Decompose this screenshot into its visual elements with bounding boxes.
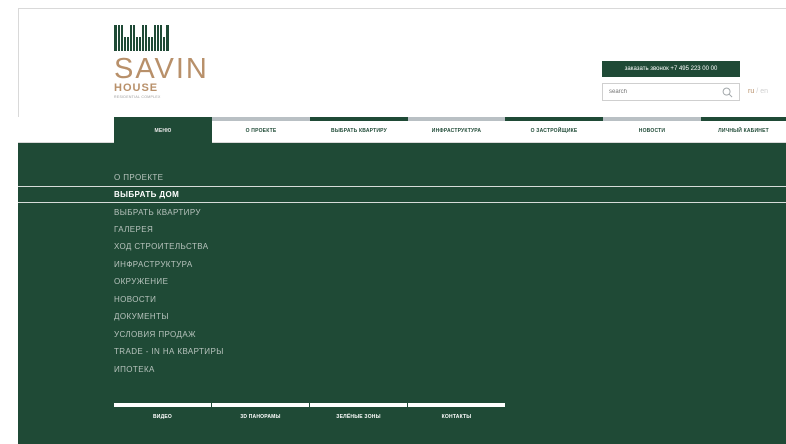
menu-item-choose-apartment[interactable]: ВЫБРАТЬ КВАРТИРУ: [114, 207, 201, 219]
logo[interactable]: SAVIN HOUSE RESIDENTIAL COMPLEX: [114, 25, 214, 100]
tab-label: ЗЕЛЁНЫЕ ЗОНЫ: [336, 414, 381, 420]
logo-mark-icon: [114, 25, 170, 51]
tab-top-bar: [408, 117, 505, 121]
menu-item-trade-in[interactable]: TRADE - IN НА КВАРТИРЫ: [114, 346, 224, 358]
tab-label: ВИДЕО: [153, 414, 172, 420]
page-frame-top: [18, 8, 786, 9]
tab-label: КОНТАКТЫ: [441, 414, 472, 420]
tab-top-bar: [310, 403, 407, 407]
tab-top-bar: [212, 403, 309, 407]
tab-label: ИНФРАСТРУКТУРА: [431, 128, 482, 134]
tab-label: О ПРОЕКТЕ: [245, 128, 277, 134]
tab-about-project[interactable]: О ПРОЕКТЕ: [212, 117, 310, 143]
tab-label: ВЫБРАТЬ КВАРТИРУ: [331, 128, 387, 134]
brand-name: SAVIN: [114, 53, 209, 85]
menu-item-infrastructure[interactable]: ИНФРАСТРУКТУРА: [114, 259, 193, 271]
tab-label: НОВОСТИ: [638, 128, 666, 134]
tab-top-bar: [505, 117, 603, 121]
tab-label: МЕНЮ: [154, 128, 172, 134]
lang-separator: /: [756, 88, 759, 95]
tab-label: О ЗАСТРОЙЩИКЕ: [530, 128, 578, 134]
tab-green-zones[interactable]: ЗЕЛЁНЫЕ ЗОНЫ: [310, 403, 407, 425]
menu-item-documents[interactable]: ДОКУМЕНТЫ: [114, 311, 169, 323]
menu-item-sale-terms[interactable]: УСЛОВИЯ ПРОДАЖ: [114, 329, 196, 341]
tab-menu[interactable]: МЕНЮ: [114, 117, 212, 143]
tab-contacts[interactable]: КОНТАКТЫ: [408, 403, 505, 425]
menu-item-gallery[interactable]: ГАЛЕРЕЯ: [114, 224, 153, 236]
menu-item-surroundings[interactable]: ОКРУЖЕНИЕ: [114, 276, 168, 288]
tab-top-bar: [603, 117, 701, 121]
tab-top-bar: [310, 117, 408, 121]
tab-3d-panoramas[interactable]: 3D ПАНОРАМЫ: [212, 403, 309, 425]
call-request-button[interactable]: заказать звонок +7 495 223 00 00: [602, 61, 740, 77]
search-box[interactable]: [602, 83, 740, 101]
tab-personal-account[interactable]: ЛИЧНЫЙ КАБИНЕТ: [701, 117, 786, 143]
menu-item-news[interactable]: НОВОСТИ: [114, 294, 156, 306]
tab-video[interactable]: ВИДЕО: [114, 403, 211, 425]
search-input[interactable]: [609, 87, 709, 97]
brand-tagline: RESIDENTIAL COMPLEX: [114, 95, 161, 99]
tab-top-bar: [701, 117, 786, 121]
lang-ru-link[interactable]: ru: [748, 88, 754, 95]
lang-en-link[interactable]: en: [760, 88, 768, 95]
language-switch: ru / en: [748, 88, 768, 95]
tab-label: ЛИЧНЫЙ КАБИНЕТ: [718, 128, 769, 134]
search-icon[interactable]: [722, 87, 733, 98]
tab-label: 3D ПАНОРАМЫ: [240, 414, 281, 420]
tab-developer[interactable]: О ЗАСТРОЙЩИКЕ: [505, 117, 603, 143]
tab-infrastructure[interactable]: ИНФРАСТРУКТУРА: [408, 117, 505, 143]
tab-choose-apartment[interactable]: ВЫБРАТЬ КВАРТИРУ: [310, 117, 408, 143]
menu-item-mortgage[interactable]: ИПОТЕКА: [114, 364, 155, 376]
tab-top-bar: [114, 403, 211, 407]
tab-news[interactable]: НОВОСТИ: [603, 117, 701, 143]
tab-top-bar: [408, 403, 505, 407]
tab-top-bar: [212, 117, 310, 121]
menu-item-choose-house[interactable]: ВЫБРАТЬ ДОМ: [114, 189, 179, 201]
menu-item-construction[interactable]: ХОД СТРОИТЕЛЬСТВА: [114, 241, 208, 253]
active-item-top-line: [18, 186, 786, 187]
active-item-bottom-line: [18, 202, 786, 203]
menu-item-about-project[interactable]: О ПРОЕКТЕ: [114, 172, 163, 184]
